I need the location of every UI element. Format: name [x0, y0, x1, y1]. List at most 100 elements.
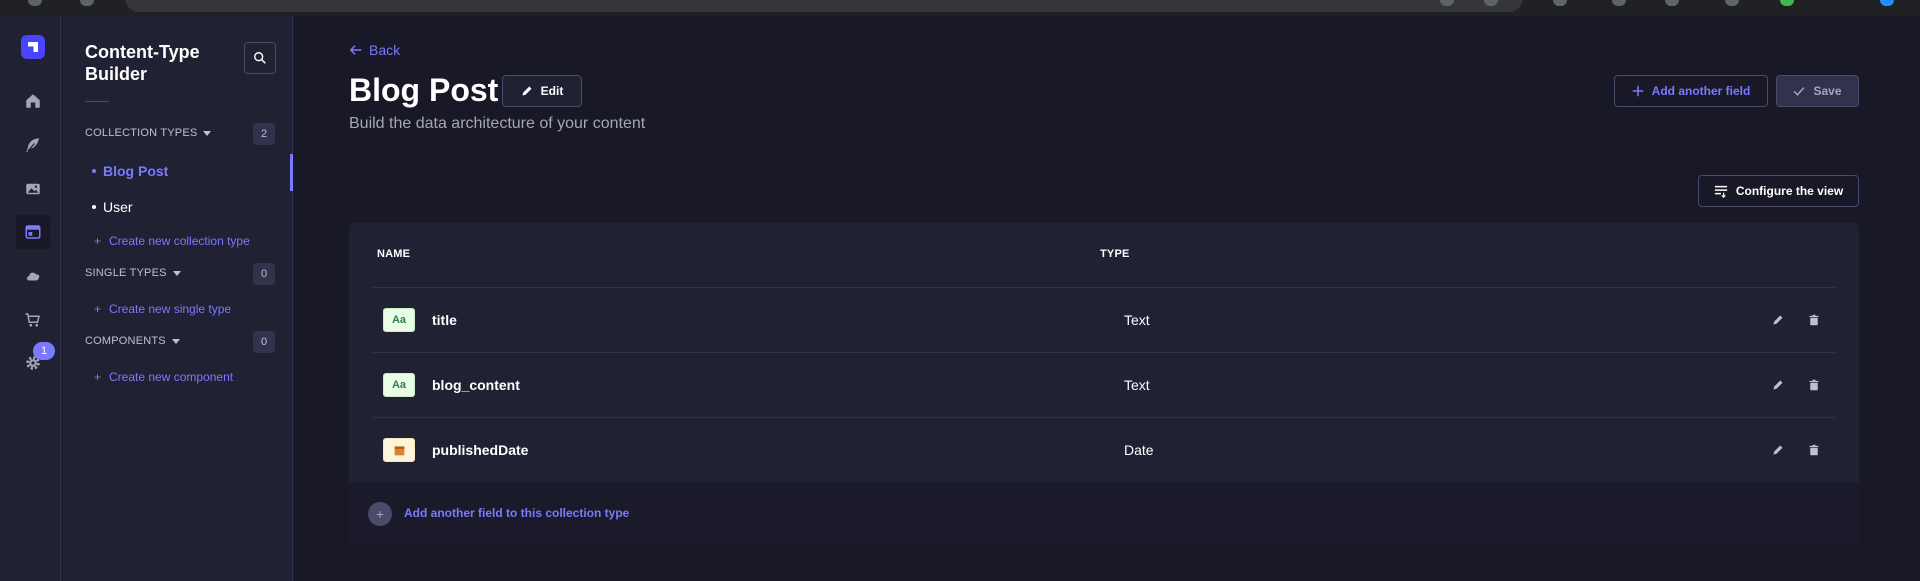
single-types-label: SINGLE TYPES	[85, 267, 167, 279]
page-subtitle: Build the data architecture of your cont…	[349, 115, 646, 132]
extensions-icon[interactable]	[1553, 0, 1567, 6]
pencil-icon	[1773, 315, 1783, 325]
create-collection-type-link[interactable]: + Create new collection type	[94, 234, 250, 248]
add-field-footer[interactable]: + Add another field to this collection t…	[349, 482, 1859, 546]
active-indicator	[290, 154, 293, 191]
collection-types-header[interactable]: COLLECTION TYPES	[85, 127, 212, 139]
address-bar[interactable]	[125, 0, 1523, 12]
bullet-icon	[92, 169, 96, 173]
fields-table: NAME TYPE Aa title Text Aa blog_content …	[349, 223, 1859, 546]
trash-icon	[1809, 314, 1819, 326]
bullet-icon	[92, 205, 96, 209]
trash-icon	[1809, 379, 1819, 391]
components-label: COMPONENTS	[85, 335, 166, 347]
subnav-item-label: User	[103, 199, 133, 215]
plus-icon	[1632, 85, 1643, 97]
chevron-down-icon	[203, 130, 212, 136]
table-row[interactable]: publishedDate Date	[373, 417, 1835, 482]
text-field-icon: Aa	[383, 373, 415, 397]
settings-notification-badge: 1	[33, 342, 55, 360]
layout-icon[interactable]	[16, 215, 50, 249]
subnav-title: Content-Type Builder	[85, 42, 200, 84]
subnav-item-blog-post[interactable]: Blog Post	[92, 163, 168, 179]
save-label: Save	[1813, 84, 1842, 98]
split-view-icon[interactable]	[1612, 0, 1626, 6]
create-single-type-label: Create new single type	[109, 302, 232, 316]
page-title: Blog Post	[349, 72, 499, 108]
add-field-label: Add another field	[1651, 84, 1751, 98]
search-icon	[254, 52, 266, 64]
create-collection-type-label: Create new collection type	[109, 234, 250, 248]
collection-types-label: COLLECTION TYPES	[85, 127, 198, 139]
delete-field-button[interactable]	[1806, 442, 1822, 458]
pencil-icon	[1773, 445, 1783, 455]
edit-button[interactable]: Edit	[502, 75, 582, 107]
table-row[interactable]: Aa title Text	[373, 287, 1835, 352]
add-another-field-button[interactable]: Add another field	[1614, 75, 1768, 107]
edit-field-button[interactable]	[1770, 312, 1786, 328]
create-single-type-link[interactable]: + Create new single type	[94, 302, 231, 316]
field-name: title	[432, 312, 457, 328]
cloud-icon[interactable]	[16, 259, 50, 293]
subnav-item-user[interactable]: User	[92, 199, 133, 215]
main-nav: 1	[0, 16, 61, 581]
table-row[interactable]: Aa blog_content Text	[373, 352, 1835, 417]
chevron-down-icon	[172, 270, 181, 276]
plus-icon: +	[94, 302, 102, 316]
check-icon	[1794, 87, 1805, 96]
arrow-left-icon	[349, 45, 362, 55]
profile-icon[interactable]	[1780, 0, 1794, 6]
image-icon[interactable]	[16, 172, 50, 206]
edit-field-button[interactable]	[1770, 442, 1786, 458]
components-header[interactable]: COMPONENTS	[85, 335, 180, 347]
chevron-down-icon	[171, 338, 180, 344]
content-type-subnav: Content-Type Builder COLLECTION TYPES 2 …	[61, 16, 293, 581]
collection-types-count: 2	[253, 123, 275, 145]
field-type: Date	[1124, 442, 1154, 458]
plus-icon: +	[94, 234, 102, 248]
configure-view-label: Configure the view	[1735, 184, 1844, 198]
pencil-icon	[1773, 380, 1783, 390]
create-component-label: Create new component	[109, 370, 234, 384]
cart-icon[interactable]	[16, 303, 50, 337]
field-name: publishedDate	[432, 442, 529, 458]
reload-icon[interactable]	[80, 0, 94, 6]
subnav-divider	[85, 101, 109, 102]
back-label: Back	[369, 42, 401, 58]
components-count: 0	[253, 331, 275, 353]
copilot-icon[interactable]	[1880, 0, 1894, 6]
subnav-search-button[interactable]	[244, 42, 276, 74]
back-link[interactable]: Back	[349, 42, 400, 58]
trash-icon	[1809, 444, 1819, 456]
single-types-header[interactable]: SINGLE TYPES	[85, 267, 181, 279]
feather-icon[interactable]	[16, 128, 50, 162]
list-settings-icon	[1714, 185, 1727, 198]
add-field-to-collection-link[interactable]: Add another field to this collection typ…	[404, 506, 629, 520]
field-name: blog_content	[432, 377, 520, 393]
save-button[interactable]: Save	[1776, 75, 1859, 107]
delete-field-button[interactable]	[1806, 312, 1822, 328]
subnav-item-label: Blog Post	[103, 163, 169, 179]
app-window: 1 Content-Type Builder COLLECTION TYPES …	[0, 16, 1920, 581]
text-field-icon: Aa	[383, 308, 415, 332]
plus-circle-icon: +	[368, 502, 392, 526]
field-type: Text	[1124, 377, 1150, 393]
delete-field-button[interactable]	[1806, 377, 1822, 393]
calendar-icon	[383, 438, 415, 462]
pencil-icon	[522, 86, 532, 96]
create-component-link[interactable]: + Create new component	[94, 370, 233, 384]
strapi-logo[interactable]	[21, 35, 45, 59]
plus-icon: +	[94, 370, 102, 384]
home-icon[interactable]	[16, 84, 50, 118]
column-header-type: TYPE	[1100, 248, 1130, 260]
edit-label: Edit	[540, 84, 564, 98]
collections-icon[interactable]	[1725, 0, 1739, 6]
edit-field-button[interactable]	[1770, 377, 1786, 393]
favorites-icon[interactable]	[1665, 0, 1679, 6]
single-types-count: 0	[253, 263, 275, 285]
configure-view-button[interactable]: Configure the view	[1698, 175, 1859, 207]
field-type: Text	[1124, 312, 1150, 328]
browser-toolbar	[0, 0, 1920, 16]
column-header-name: NAME	[377, 248, 411, 260]
back-nav-icon[interactable]	[28, 0, 42, 6]
